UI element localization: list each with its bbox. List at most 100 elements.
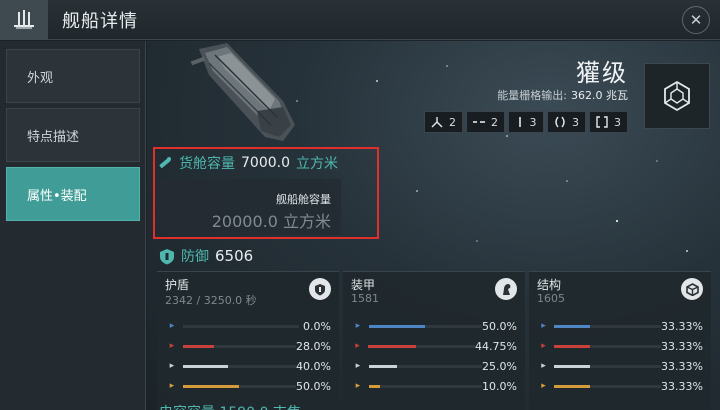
thermal-resistance-row: ▸ 28.0% <box>165 339 331 353</box>
rig-slot-count: 3 <box>547 111 586 133</box>
subsystem-slot-icon <box>596 116 608 128</box>
resistance-bar <box>182 384 297 388</box>
explosive-damage-icon: ▸ <box>169 381 175 391</box>
resistance-bar-fill <box>553 364 590 368</box>
close-button[interactable]: ✕ <box>682 6 710 34</box>
sidebar-item-description[interactable]: 特点描述 <box>6 108 140 162</box>
defense-shield-icon <box>160 248 174 264</box>
powergrid-output: 能量栅格输出: 362.0 兆瓦 <box>497 87 628 103</box>
structure-title: 结构 <box>537 278 562 292</box>
armor-icon <box>495 278 517 300</box>
em-damage-icon: ▸ <box>355 321 361 331</box>
sidebar: 外观 特点描述 属性•装配 <box>0 41 146 410</box>
shield-title: 护盾 <box>165 278 190 292</box>
title-bar: 舰船详情 ✕ <box>0 0 720 40</box>
defense-value: 6506 <box>215 247 254 265</box>
resistance-value: 50.0% <box>482 319 517 333</box>
resistance-bar <box>368 384 483 388</box>
resistance-bar-fill <box>368 324 426 328</box>
explosive-resistance-row: ▸ 50.0% <box>165 379 331 393</box>
em-damage-icon: ▸ <box>169 321 175 331</box>
resistance-bar <box>367 344 476 348</box>
resistance-bar <box>368 364 483 368</box>
resistance-bar-fill <box>368 384 381 388</box>
sidebar-item-attributes-fitting[interactable]: 属性•装配 <box>6 167 140 221</box>
em-damage-icon: ▸ <box>541 321 546 331</box>
sidebar-item-label: 属性•装配 <box>27 188 87 204</box>
resistance-bar <box>553 344 662 348</box>
explosive-resistance-row: ▸ 10.0% <box>351 379 517 393</box>
structure-icon <box>681 278 703 300</box>
kinetic-damage-icon: ▸ <box>169 361 175 371</box>
resistance-bar-fill <box>368 364 398 368</box>
armor-column: 装甲 1581 ▸ 50.0% ▸ 44.75% ▸ 25.0% ▸ 10.0% <box>343 271 525 410</box>
slot-count: 3 <box>572 115 579 129</box>
resistance-value: 33.33% <box>661 319 703 333</box>
kinetic-resistance-row: ▸ 33.33% <box>537 359 703 373</box>
main-panel: 獾级 能量栅格输出: 362.0 兆瓦 2 2 3 3 3 货舱容量 7000.… <box>147 41 720 410</box>
low-slot-icon <box>518 117 521 127</box>
resistance-bar <box>368 324 483 328</box>
resistance-bar-fill <box>182 344 215 348</box>
slot-count: 3 <box>529 115 537 129</box>
ship-logo-icon <box>0 0 48 40</box>
mid-slot-count: 2 <box>466 111 505 133</box>
thermal-damage-icon: ▸ <box>169 341 175 351</box>
close-icon: ✕ <box>689 11 703 29</box>
thermal-damage-icon: ▸ <box>355 341 360 351</box>
resistance-value: 33.33% <box>661 339 703 353</box>
resistance-bar <box>182 344 297 348</box>
explosive-damage-icon: ▸ <box>541 381 546 391</box>
high-slot-count: 2 <box>424 111 463 133</box>
resistance-value: 28.0% <box>296 339 331 353</box>
resistance-value: 50.0% <box>296 379 331 393</box>
fitting-button[interactable] <box>644 63 710 129</box>
slot-count: 2 <box>449 115 456 129</box>
resistance-value: 10.0% <box>482 379 517 393</box>
armor-title: 装甲 <box>351 278 376 292</box>
shield-icon <box>309 278 331 300</box>
resistance-bar <box>553 364 662 368</box>
ship-name: 獾级 <box>576 59 628 87</box>
resistance-value: 40.0% <box>296 359 331 373</box>
kinetic-damage-icon: ▸ <box>541 361 546 371</box>
window-title: 舰船详情 <box>62 11 138 32</box>
resistance-bar-fill <box>367 344 416 348</box>
fitting-icon <box>664 80 690 112</box>
resistance-value: 33.33% <box>661 379 703 393</box>
explosive-resistance-row: ▸ 33.33% <box>537 379 703 393</box>
highlight-frame <box>153 147 379 239</box>
thermal-resistance-row: ▸ 33.33% <box>537 339 703 353</box>
defense-header: 防御 6506 <box>159 246 253 266</box>
kinetic-resistance-row: ▸ 25.0% <box>351 359 517 373</box>
resistance-bar-fill <box>182 364 229 368</box>
resistance-bar-fill <box>553 324 590 328</box>
low-slot-count: 3 <box>508 111 544 133</box>
structure-hp: 1605 <box>537 292 565 305</box>
shield-hp: 2342 / 3250.0 秒 <box>165 294 257 307</box>
em-resistance-row: ▸ 50.0% <box>351 319 517 333</box>
sidebar-item-label: 特点描述 <box>27 129 80 145</box>
subsystem-slot-count: 3 <box>589 111 628 133</box>
explosive-damage-icon: ▸ <box>355 381 361 391</box>
resistance-value: 44.75% <box>475 339 517 353</box>
kinetic-damage-icon: ▸ <box>355 361 361 371</box>
slot-count: 2 <box>491 115 498 129</box>
slot-summary: 2 2 3 3 3 <box>424 111 628 133</box>
resistance-bar-fill <box>553 384 590 388</box>
ship-render-image <box>190 43 295 141</box>
rig-slot-icon <box>555 116 565 128</box>
resistance-bar <box>183 324 299 328</box>
resistance-bar-fill <box>182 384 240 388</box>
armor-hp: 1581 <box>351 292 379 305</box>
resistance-value: 25.0% <box>482 359 517 373</box>
thermal-resistance-row: ▸ 44.75% <box>351 339 517 353</box>
resistance-value: 33.33% <box>661 359 703 373</box>
resistance-bar <box>553 384 662 388</box>
capacitor-capacity: 电容容量 1590.0 吉焦 <box>159 402 301 410</box>
sidebar-item-appearance[interactable]: 外观 <box>6 49 140 103</box>
structure-column: 结构 1605 ▸ 33.33% ▸ 33.33% ▸ 33.33% ▸ 33.33% <box>529 271 711 410</box>
powergrid-label: 能量栅格输出: <box>497 89 567 102</box>
em-resistance-row: ▸ 33.33% <box>537 319 703 333</box>
em-resistance-row: ▸ 0.0% <box>165 319 331 333</box>
